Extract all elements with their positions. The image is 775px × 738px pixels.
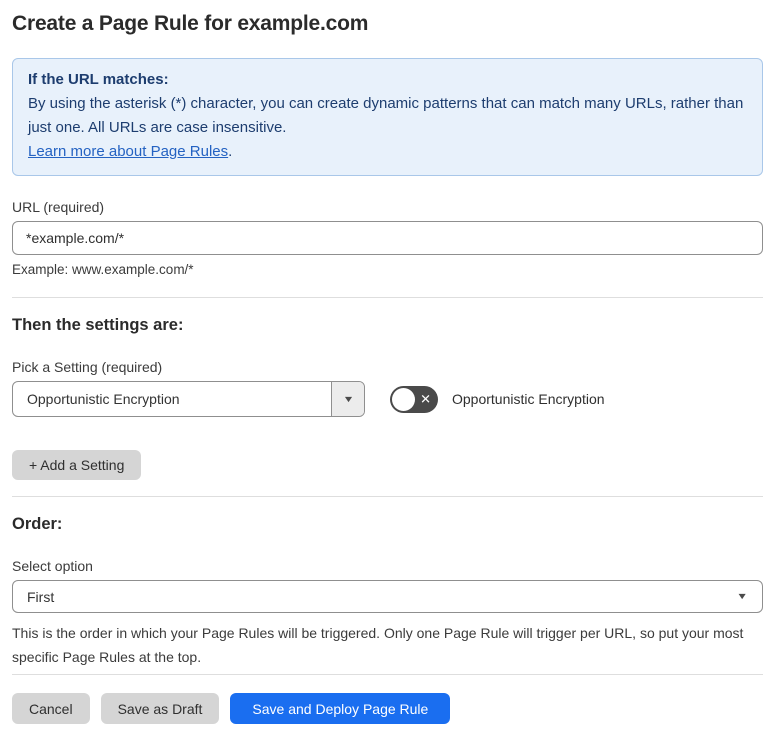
url-example-hint: Example: www.example.com/*: [12, 262, 194, 277]
url-input[interactable]: [12, 221, 763, 255]
order-section-heading: Order:: [12, 515, 63, 533]
order-select[interactable]: First ▼: [12, 580, 763, 613]
form-actions: Cancel Save as Draft Save and Deploy Pag…: [12, 693, 763, 724]
create-page-rule-form: Create a Page Rule for example.com If th…: [0, 0, 775, 738]
info-box-body: By using the asterisk (*) character, you…: [28, 95, 744, 136]
setting-select-arrow-button[interactable]: ▼: [331, 382, 364, 416]
order-select-label: Select option: [12, 558, 93, 574]
link-period-text: .: [228, 143, 233, 160]
opportunistic-encryption-toggle[interactable]: ✕: [390, 385, 438, 413]
order-help-text: This is the order in which your Page Rul…: [12, 625, 744, 665]
toggle-label: Opportunistic Encryption: [452, 391, 605, 407]
learn-more-link[interactable]: Learn more about Page Rules: [28, 143, 228, 160]
setting-select[interactable]: Opportunistic Encryption ▼: [12, 381, 365, 417]
info-box-heading: If the URL matches:: [28, 71, 169, 88]
order-select-value: First: [27, 588, 55, 605]
url-field-group: URL (required) Example: www.example.com/…: [12, 199, 763, 277]
setting-select-value: Opportunistic Encryption: [27, 391, 180, 407]
toggle-knob: [392, 387, 415, 411]
chevron-down-icon: ▼: [736, 591, 749, 601]
setting-row: Opportunistic Encryption ▼ ✕ Opportunist…: [12, 381, 763, 417]
url-label: URL (required): [12, 199, 105, 215]
url-match-info-box: If the URL matches: By using the asteris…: [12, 58, 763, 176]
settings-section-heading: Then the settings are:: [12, 316, 184, 334]
cancel-button[interactable]: Cancel: [12, 693, 90, 724]
save-deploy-button[interactable]: Save and Deploy Page Rule: [230, 693, 451, 724]
section-divider: [12, 496, 763, 497]
page-title: Create a Page Rule for example.com: [12, 12, 369, 35]
chevron-down-icon: ▼: [341, 393, 355, 404]
save-draft-button[interactable]: Save as Draft: [100, 693, 220, 724]
add-setting-button[interactable]: + Add a Setting: [12, 450, 142, 480]
section-divider: [12, 297, 763, 298]
info-box-link-line: Learn more about Page Rules.: [28, 140, 747, 164]
pick-setting-label: Pick a Setting (required): [12, 359, 163, 375]
x-icon: ✕: [420, 391, 431, 407]
section-divider: [12, 674, 763, 675]
